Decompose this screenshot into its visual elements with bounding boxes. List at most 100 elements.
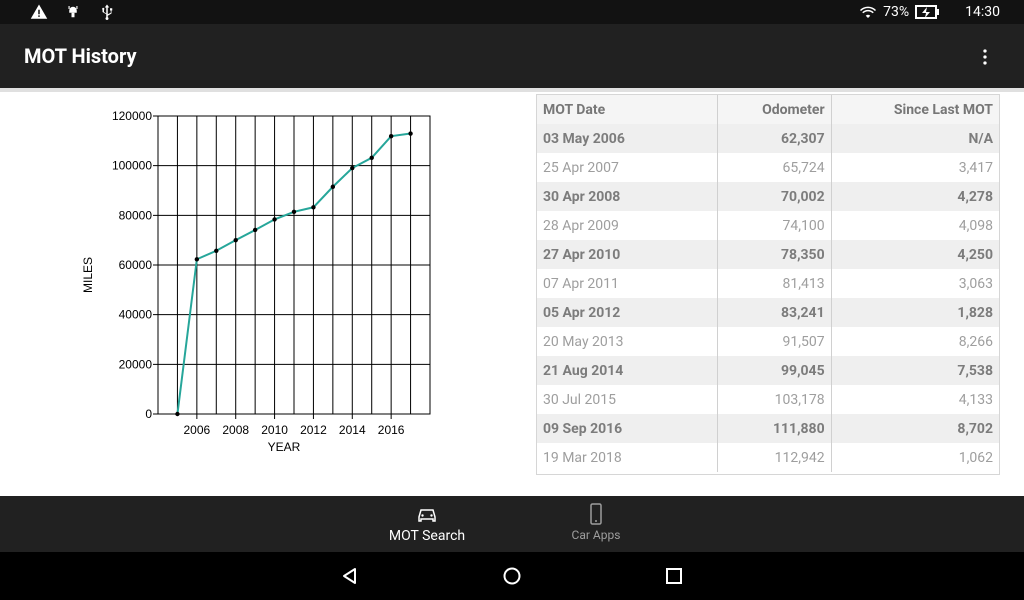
y-tick-label: 40000 [119, 308, 153, 322]
cell-since-last-mot: 4,098 [958, 217, 993, 234]
cell-mot-date: 20 May 2013 [537, 327, 718, 356]
y-tick-label: 60000 [119, 258, 153, 272]
x-tick-label: 2016 [378, 423, 405, 437]
table-row: 30 Apr 2008 70,002 4,278 [537, 182, 999, 211]
cell-odometer: 103,178 [717, 385, 832, 414]
cell-mot-date: 21 Aug 2014 [537, 356, 718, 385]
cell-odometer: 74,100 [717, 211, 832, 240]
data-point [311, 205, 316, 210]
table-row: 30 Jul 2015 103,178 4,133 [537, 385, 999, 414]
cell-mot-date: 09 Sep 2016 [537, 414, 718, 443]
recents-icon[interactable] [664, 566, 684, 586]
cell-mot-date: 07 Apr 2011 [537, 269, 718, 298]
cell-since-last-mot: 4,250 [957, 246, 993, 263]
android-debug-icon [68, 6, 78, 18]
system-navigation-bar [0, 552, 1024, 600]
x-tick-label: 2014 [339, 423, 366, 437]
y-tick-label: 120000 [112, 109, 152, 123]
car-icon [418, 509, 436, 522]
cell-since-last-mot: 3,417 [958, 159, 993, 176]
home-icon[interactable] [502, 566, 522, 586]
cell-since-last-mot: N/A [968, 130, 993, 147]
header-odometer: Odometer [717, 95, 832, 124]
y-axis-label: MILES [81, 257, 95, 293]
cell-since-last-mot: 8,266 [958, 333, 993, 350]
table-row: 19 Mar 2018 112,942 1,062 [537, 443, 999, 472]
data-point [291, 209, 297, 215]
x-tick-label: 2008 [222, 423, 249, 437]
table-row: 07 Apr 2011 81,413 3,063 [537, 269, 999, 298]
cell-since-last-mot: 1,828 [957, 304, 993, 321]
nav-car-apps[interactable]: Car Apps [536, 502, 656, 542]
cell-mot-date: 25 Apr 2007 [537, 153, 718, 182]
data-point [175, 411, 180, 417]
data-point [233, 237, 238, 243]
table-row: 03 May 2006 62,307 N/A [537, 124, 999, 153]
x-axis-label: YEAR [268, 440, 301, 454]
cell-odometer: 78,350 [717, 240, 832, 269]
table-body: 03 May 2006 62,307 N/A 25 Apr 2007 65,724 3,4… [537, 124, 999, 472]
cell-odometer: 111,880 [717, 414, 832, 443]
data-point [350, 165, 355, 171]
data-point [252, 227, 258, 233]
cell-odometer: 99,045 [717, 356, 832, 385]
data-point [388, 133, 394, 139]
status-bar: 73% 14:30 [0, 0, 1024, 24]
table-row: 27 Apr 2010 78,350 4,250 [537, 240, 999, 269]
x-tick-label: 2006 [184, 423, 211, 437]
mileage-chart: 0 20000 40000 60000 80000 100000 120000 2006 200… [81, 109, 431, 454]
data-point [214, 248, 219, 253]
bottom-navigation: MOT Search Car Apps [0, 496, 1024, 552]
table-header-row: MOT Date Odometer Since Last MOT [537, 95, 999, 124]
main-content: 0 20000 40000 60000 80000 100000 120000 2006 200… [0, 92, 1024, 496]
cell-since-last-mot: 3,063 [958, 275, 993, 292]
warning-icon [30, 4, 48, 19]
page-title: MOT History [24, 44, 137, 68]
cell-odometer: 65,724 [717, 153, 832, 182]
table-row: 21 Aug 2014 99,045 7,538 [537, 356, 999, 385]
phone-icon [590, 503, 602, 525]
data-point [369, 155, 374, 160]
cell-mot-date: 27 Apr 2010 [537, 240, 718, 269]
table-row: 09 Sep 2016 111,880 8,702 [537, 414, 999, 443]
table-row: 25 Apr 2007 65,724 3,417 [537, 153, 999, 182]
x-tick-label: 2012 [300, 423, 327, 437]
notification-icons [30, 3, 116, 21]
cell-mot-date: 30 Apr 2008 [537, 182, 718, 211]
data-point [408, 131, 413, 136]
battery-percent: 73% [883, 4, 910, 20]
more-vert-icon[interactable] [976, 48, 994, 66]
cell-since-last-mot: 8,702 [957, 420, 993, 437]
data-point [272, 217, 277, 222]
mot-table-container[interactable]: MOT Date Odometer Since Last MOT 03 May … [536, 94, 1000, 475]
back-icon[interactable] [340, 566, 360, 586]
cell-mot-date: 05 Apr 2012 [537, 298, 718, 327]
header-mot-date: MOT Date [537, 95, 718, 124]
cell-since-last-mot: 7,538 [957, 362, 993, 379]
cell-since-last-mot: 4,133 [958, 391, 993, 408]
data-point [194, 257, 200, 262]
nav-mot-search-label: MOT Search [388, 528, 466, 544]
header-since-last-mot: Since Last MOT [831, 95, 999, 124]
y-tick-label: 80000 [119, 208, 153, 222]
battery-charging-icon [915, 5, 940, 19]
table-row: 28 Apr 2009 74,100 4,098 [537, 211, 999, 240]
table-row: 05 Apr 2012 83,241 1,828 [537, 298, 999, 327]
cell-mot-date: 30 Jul 2015 [537, 385, 718, 414]
nav-mot-search[interactable]: MOT Search [367, 502, 487, 544]
cell-odometer: 81,413 [717, 269, 832, 298]
usb-icon [102, 4, 113, 21]
cell-odometer: 83,241 [717, 298, 832, 327]
wifi-icon [860, 6, 877, 18]
cell-odometer: 62,307 [717, 124, 832, 153]
y-tick-label: 0 [145, 407, 152, 421]
cell-since-last-mot: 4,278 [957, 188, 993, 205]
cell-mot-date: 28 Apr 2009 [537, 211, 718, 240]
mot-history-table: MOT Date Odometer Since Last MOT 03 May … [537, 95, 999, 472]
clock: 14:30 [965, 4, 1000, 20]
cell-mot-date: 03 May 2006 [537, 124, 718, 153]
cell-odometer: 112,942 [717, 443, 832, 472]
table-row: 20 May 2013 91,507 8,266 [537, 327, 999, 356]
cell-odometer: 70,002 [717, 182, 832, 211]
y-tick-label: 20000 [119, 357, 153, 371]
